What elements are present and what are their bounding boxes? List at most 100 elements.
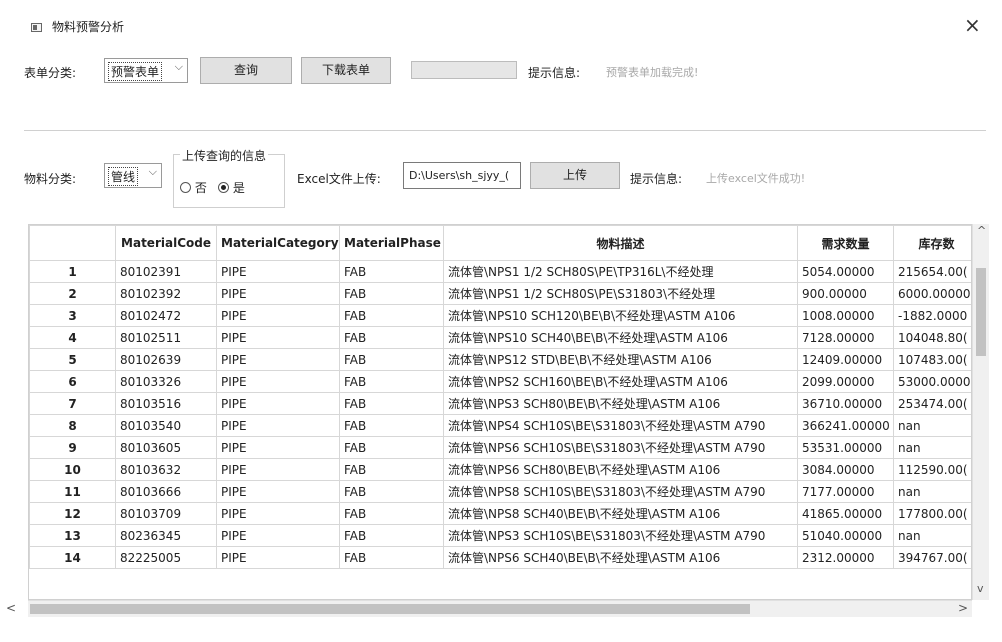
vertical-scroll-thumb[interactable] <box>976 268 986 356</box>
material-phase-cell: FAB <box>339 546 444 569</box>
description-cell: 流体管\NPS12 STD\BE\B\不经处理\ASTM A106 <box>443 348 798 371</box>
material-code-cell: 82225005 <box>115 546 217 569</box>
demand-qty-cell: 2312.00000 <box>797 546 894 569</box>
form-category-value: 预警表单 <box>108 62 163 81</box>
demand-qty-cell: 36710.00000 <box>797 392 894 415</box>
material-phase-cell: FAB <box>339 348 444 371</box>
download-form-button[interactable]: 下载表单 <box>301 57 391 84</box>
radio-no-circle[interactable] <box>180 182 191 193</box>
description-cell: 流体管\NPS8 SCH40\BE\B\不经处理\ASTM A106 <box>443 502 798 525</box>
table-row[interactable]: 12 80103709 PIPE FAB 流体管\NPS8 SCH40\BE\B\不经处… <box>29 502 971 525</box>
stock-qty-cell: 53000.0000 <box>893 370 971 393</box>
table-row[interactable]: 8 80103540 PIPE FAB 流体管\NPS4 SCH10S\BE\S3180… <box>29 414 971 437</box>
description-cell: 流体管\NPS6 SCH40\BE\B\不经处理\ASTM A106 <box>443 546 798 569</box>
table-row[interactable]: 10 80103632 PIPE FAB 流体管\NPS6 SCH80\BE\B\不经处… <box>29 458 971 481</box>
column-header-description[interactable]: 物料描述 <box>443 225 798 261</box>
material-category-value: 管线 <box>108 167 139 186</box>
material-code-cell: 80103605 <box>115 436 217 459</box>
row-number[interactable]: 5 <box>29 348 116 371</box>
horizontal-scroll-thumb[interactable] <box>30 604 750 614</box>
demand-qty-cell: 7128.00000 <box>797 326 894 349</box>
material-code-cell: 80103632 <box>115 458 217 481</box>
row-number[interactable]: 10 <box>29 458 116 481</box>
column-header-material-code[interactable]: MaterialCode <box>115 225 217 261</box>
scroll-right-icon[interactable]: > <box>958 601 968 615</box>
table-row[interactable]: 7 80103516 PIPE FAB 流体管\NPS3 SCH80\BE\B\不经处理… <box>29 392 971 415</box>
radio-no[interactable]: 否 <box>180 179 207 196</box>
data-grid[interactable]: MaterialCode MaterialCategory MaterialPh… <box>28 224 972 600</box>
table-row[interactable]: 14 82225005 PIPE FAB 流体管\NPS6 SCH40\BE\B\不经处… <box>29 546 971 569</box>
scroll-left-icon[interactable]: < <box>6 601 16 615</box>
row-number[interactable]: 2 <box>29 282 116 305</box>
table-row[interactable]: 4 80102511 PIPE FAB 流体管\NPS10 SCH40\BE\B\不经处… <box>29 326 971 349</box>
close-icon[interactable]: × <box>964 15 981 35</box>
material-phase-cell: FAB <box>339 502 444 525</box>
description-cell: 流体管\NPS2 SCH160\BE\B\不经处理\ASTM A106 <box>443 370 798 393</box>
chevron-down-icon: ⌵ <box>174 60 183 73</box>
table-row[interactable]: 9 80103605 PIPE FAB 流体管\NPS6 SCH10S\BE\S3180… <box>29 436 971 459</box>
material-category-cell: PIPE <box>216 524 340 547</box>
material-category-cell: PIPE <box>216 480 340 503</box>
material-category-cell: PIPE <box>216 546 340 569</box>
demand-qty-cell: 1008.00000 <box>797 304 894 327</box>
description-cell: 流体管\NPS10 SCH120\BE\B\不经处理\ASTM A106 <box>443 304 798 327</box>
table-row[interactable]: 11 80103666 PIPE FAB 流体管\NPS8 SCH10S\BE\S318… <box>29 480 971 503</box>
demand-qty-cell: 41865.00000 <box>797 502 894 525</box>
stock-qty-cell: nan <box>893 414 971 437</box>
excel-path-input[interactable]: D:\Users\sh_sjyy_( <box>403 162 521 189</box>
column-header-row-number[interactable] <box>29 225 116 261</box>
demand-qty-cell: 2099.00000 <box>797 370 894 393</box>
table-row[interactable]: 3 80102472 PIPE FAB 流体管\NPS10 SCH120\BE\B\不经… <box>29 304 971 327</box>
query-button[interactable]: 查询 <box>200 57 292 84</box>
row-number[interactable]: 6 <box>29 370 116 393</box>
upload-button[interactable]: 上传 <box>530 162 620 189</box>
window-icon <box>31 23 42 32</box>
material-phase-cell: FAB <box>339 282 444 305</box>
material-category-label: 物料分类: <box>24 172 77 186</box>
table-row[interactable]: 5 80102639 PIPE FAB 流体管\NPS12 STD\BE\B\不经处理\… <box>29 348 971 371</box>
column-header-material-phase[interactable]: MaterialPhase <box>339 225 444 261</box>
radio-yes-label: 是 <box>232 181 245 195</box>
material-category-cell: PIPE <box>216 282 340 305</box>
groupbox-title: 上传查询的信息 <box>180 147 269 164</box>
row-number[interactable]: 4 <box>29 326 116 349</box>
row-number[interactable]: 3 <box>29 304 116 327</box>
row-number[interactable]: 1 <box>29 260 116 283</box>
row-number[interactable]: 7 <box>29 392 116 415</box>
stock-qty-cell: 253474.00( <box>893 392 971 415</box>
material-category-cell: PIPE <box>216 458 340 481</box>
stock-qty-cell: 104048.80( <box>893 326 971 349</box>
stock-qty-cell: -1882.0000 <box>893 304 971 327</box>
form-category-select[interactable]: 预警表单 ⌵ <box>104 58 188 83</box>
scroll-up-icon[interactable]: ^ <box>977 224 986 237</box>
material-code-cell: 80102392 <box>115 282 217 305</box>
row-number[interactable]: 13 <box>29 524 116 547</box>
row-number[interactable]: 8 <box>29 414 116 437</box>
table-row[interactable]: 1 80102391 PIPE FAB 流体管\NPS1 1/2 SCH80S\PE\T… <box>29 260 971 283</box>
row-number[interactable]: 9 <box>29 436 116 459</box>
vertical-scrollbar[interactable]: ^ v <box>972 224 989 600</box>
column-header-stock-qty[interactable]: 库存数 <box>893 225 971 261</box>
table-row[interactable]: 2 80102392 PIPE FAB 流体管\NPS1 1/2 SCH80S\PE\S… <box>29 282 971 305</box>
material-category-cell: PIPE <box>216 414 340 437</box>
row-number[interactable]: 14 <box>29 546 116 569</box>
progress-bar <box>411 61 517 79</box>
radio-yes[interactable]: 是 <box>218 179 245 196</box>
horizontal-scrollbar[interactable]: < > <box>6 600 972 617</box>
demand-qty-cell: 5054.00000 <box>797 260 894 283</box>
material-category-cell: PIPE <box>216 436 340 459</box>
demand-qty-cell: 3084.00000 <box>797 458 894 481</box>
row-number[interactable]: 12 <box>29 502 116 525</box>
column-header-demand-qty[interactable]: 需求数量 <box>797 225 894 261</box>
demand-qty-cell: 900.00000 <box>797 282 894 305</box>
scroll-down-icon[interactable]: v <box>977 582 984 595</box>
table-row[interactable]: 13 80236345 PIPE FAB 流体管\NPS3 SCH10S\BE\S318… <box>29 524 971 547</box>
row-number[interactable]: 11 <box>29 480 116 503</box>
material-category-select[interactable]: 管线 ⌵ <box>104 163 162 188</box>
radio-yes-circle[interactable] <box>218 182 229 193</box>
column-header-material-category[interactable]: MaterialCategory <box>216 225 340 261</box>
material-code-cell: 80103516 <box>115 392 217 415</box>
stock-qty-cell: nan <box>893 436 971 459</box>
description-cell: 流体管\NPS3 SCH80\BE\B\不经处理\ASTM A106 <box>443 392 798 415</box>
table-row[interactable]: 6 80103326 PIPE FAB 流体管\NPS2 SCH160\BE\B\不经处… <box>29 370 971 393</box>
